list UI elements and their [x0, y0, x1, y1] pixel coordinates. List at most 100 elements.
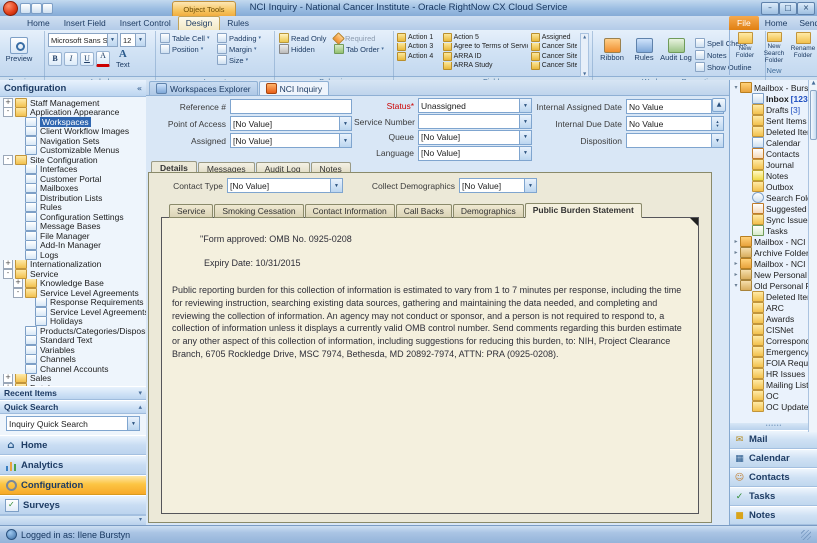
nav-button[interactable]: Home: [0, 435, 146, 455]
field-control[interactable]: Unassigned: [418, 98, 532, 113]
tree-expand-icon[interactable]: -: [3, 269, 13, 279]
field-gallery-item[interactable]: Cancer Site 2: [531, 52, 577, 61]
field-control[interactable]: [No Value]: [418, 130, 532, 145]
tree-expand-icon[interactable]: [13, 222, 23, 232]
folder-expand-icon[interactable]: ▸: [732, 249, 740, 256]
outlook-ribbon-button[interactable]: Rename Folder: [789, 32, 817, 64]
dropdown-arrow-icon[interactable]: [330, 179, 342, 192]
ribbon-button[interactable]: Hidden: [278, 44, 330, 54]
field-control[interactable]: [230, 99, 352, 114]
outlook-nav-button[interactable]: ✓ Tasks: [730, 487, 817, 506]
tree-expand-icon[interactable]: -: [13, 288, 23, 298]
tree-expand-icon[interactable]: +: [3, 260, 13, 270]
field-control[interactable]: [626, 133, 724, 148]
inner-tab[interactable]: Smoking Cessation: [214, 204, 303, 218]
tree-expand-icon[interactable]: [23, 298, 33, 308]
tree-item[interactable]: Logs: [0, 250, 146, 260]
tree-expand-icon[interactable]: +: [3, 98, 13, 108]
folder-item[interactable]: Drafts [3]: [730, 104, 817, 115]
tree-item[interactable]: + Internationalization: [0, 260, 146, 270]
ribbon-big-button[interactable]: Audit Log: [660, 33, 692, 66]
folder-expand-icon[interactable]: ▾: [732, 282, 740, 289]
tree-expand-icon[interactable]: +: [13, 279, 23, 289]
tree-expand-icon[interactable]: [13, 345, 23, 355]
text-button[interactable]: A Text: [116, 49, 130, 69]
scroll-down-icon[interactable]: ▼: [581, 71, 588, 76]
scroll-up-button[interactable]: ▲: [712, 98, 726, 112]
italic-button[interactable]: I: [64, 52, 78, 66]
field-gallery-item[interactable]: Assigned: [531, 33, 577, 42]
folder-expand-icon[interactable]: ▸: [732, 260, 740, 267]
scroll-up-icon[interactable]: ▲: [581, 34, 588, 39]
tree-expand-icon[interactable]: [23, 307, 33, 317]
ribbon-button[interactable]: Tab Order ▾: [333, 44, 387, 54]
ribbon-tab[interactable]: Insert Field: [57, 16, 113, 30]
outlook-nav-button[interactable]: ✉ Mail: [730, 430, 817, 449]
quick-access-icon[interactable]: [31, 3, 42, 14]
folder-item[interactable]: Sync Issues: [730, 214, 817, 225]
field-gallery-item[interactable]: Cancer Site 1: [531, 43, 577, 52]
tree-item[interactable]: Service Level Agreements: [0, 307, 146, 317]
ribbon-button[interactable]: Margin ▾: [216, 44, 264, 54]
field-control[interactable]: [No Value]: [230, 116, 352, 131]
folder-item[interactable]: Contacts: [730, 148, 817, 159]
dropdown-arrow-icon[interactable]: [339, 134, 351, 147]
ribbon-tab[interactable]: Design: [178, 16, 220, 31]
tree-expand-icon[interactable]: [13, 241, 23, 251]
dropdown-arrow-icon[interactable]: [519, 99, 531, 112]
tree-item[interactable]: + Knowledge Base: [0, 279, 146, 289]
folder-expand-icon[interactable]: ▸: [732, 271, 740, 278]
field-gallery-item[interactable]: Cancer Site 3: [531, 62, 577, 71]
contact-type-select[interactable]: [No Value]: [227, 178, 343, 193]
inner-tab[interactable]: Demographics: [453, 204, 524, 218]
inner-tab[interactable]: Contact Information: [305, 204, 395, 218]
tree-expand-icon[interactable]: [13, 336, 23, 346]
folder-item[interactable]: ▸ Archive Folders: [730, 247, 817, 258]
tree-item[interactable]: - Application Appearance: [0, 108, 146, 118]
folder-item[interactable]: FOIA Requests: [730, 357, 817, 368]
rightnow-logo-icon[interactable]: [3, 1, 18, 16]
folder-item[interactable]: Emergency Preparedne...: [730, 346, 817, 357]
ribbon-tab[interactable]: Rules: [220, 16, 256, 30]
tree-item[interactable]: Products/Categories/Dispositions: [0, 326, 146, 336]
folder-item[interactable]: Search Folders: [730, 192, 817, 203]
tree-expand-icon[interactable]: [13, 203, 23, 213]
bold-button[interactable]: B: [48, 52, 62, 66]
folder-item[interactable]: Sent Items: [730, 115, 817, 126]
dropdown-arrow-icon[interactable]: [519, 115, 531, 128]
folder-item[interactable]: Suggested Contacts: [730, 203, 817, 214]
tree-item[interactable]: Workspaces: [0, 117, 146, 127]
ribbon-button[interactable]: Required: [333, 33, 387, 43]
field-gallery-item[interactable]: ARRA ID: [443, 52, 528, 61]
ribbon-button[interactable]: Position ▾: [159, 44, 213, 54]
font-color-button[interactable]: A: [96, 51, 110, 67]
recent-items-header[interactable]: Recent Items ▾: [0, 386, 146, 400]
tree-expand-icon[interactable]: [13, 117, 23, 127]
spinner-icon[interactable]: [711, 134, 723, 147]
dropdown-arrow-icon[interactable]: [339, 117, 351, 130]
folder-item[interactable]: ▾ Old Personal Folders: [730, 280, 817, 291]
tree-expand-icon[interactable]: [13, 364, 23, 374]
field-control[interactable]: No Value: [626, 99, 724, 114]
tree-item[interactable]: Customizable Menus: [0, 146, 146, 156]
folder-item[interactable]: Journal: [730, 159, 817, 170]
tree-item[interactable]: Standard Text: [0, 336, 146, 346]
field-gallery-item[interactable]: Action 5: [443, 33, 528, 42]
folder-item[interactable]: ▸ Mailbox - NCI Port Info of...: [730, 258, 817, 269]
outlook-ribbon-button[interactable]: New Folder: [731, 32, 759, 64]
resize-grip[interactable]: [801, 530, 811, 540]
outlook-ribbon-tab[interactable]: File: [729, 16, 759, 30]
folder-item[interactable]: Calendar: [730, 137, 817, 148]
nav-splitter[interactable]: ••••••: [730, 423, 817, 430]
tree-item[interactable]: Distribution Lists: [0, 193, 146, 203]
ribbon-button[interactable]: Read Only: [278, 33, 330, 43]
collapse-pane-icon[interactable]: «: [137, 84, 142, 93]
quick-access-icon[interactable]: [20, 3, 31, 14]
dropdown-arrow-icon[interactable]: [524, 179, 536, 192]
field-gallery-item[interactable]: Action 4: [397, 52, 440, 61]
tree-expand-icon[interactable]: [13, 174, 23, 184]
field-control[interactable]: [418, 114, 532, 129]
tree-item[interactable]: Variables: [0, 345, 146, 355]
folder-item[interactable]: Inbox [1238]: [730, 93, 817, 104]
folder-item[interactable]: Correspondence: [730, 335, 817, 346]
